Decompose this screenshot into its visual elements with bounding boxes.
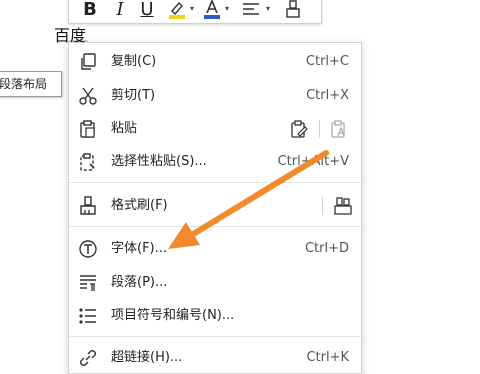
divider — [319, 120, 320, 138]
paste-options — [289, 119, 351, 139]
tooltip: 段落布局 — [0, 71, 62, 97]
menu-item-label: 段落(P)... — [111, 275, 168, 290]
menu-item-paragraph[interactable]: 段落(P)... — [69, 268, 361, 298]
paste-special-icon — [77, 151, 99, 173]
format-brush-icon — [286, 0, 300, 18]
menu-separator — [69, 226, 361, 227]
highlighter-icon — [169, 1, 185, 19]
highlight-dropdown-caret[interactable]: ▾ — [190, 4, 194, 13]
italic-button[interactable]: I — [113, 0, 127, 20]
menu-item-shortcut: Ctrl+X — [306, 88, 349, 103]
menu-item-label: 格式刷(F) — [111, 198, 168, 213]
menu-item-label: 选择性粘贴(S)... — [111, 154, 207, 169]
menu-item-copy[interactable]: 复制(C) Ctrl+C — [69, 47, 361, 77]
menu-item-shortcut: Ctrl+K — [306, 350, 349, 365]
menu-separator — [69, 182, 361, 183]
context-menu: 复制(C) Ctrl+C 剪切(T) Ctrl+X 粘贴 选择性粘贴(S)...… — [68, 42, 362, 374]
font-color-icon — [204, 0, 220, 19]
mini-format-toolbar: B I U ▾ ▾ ▾ — [68, 0, 322, 24]
font-color-button[interactable] — [203, 0, 221, 19]
font-icon — [77, 238, 99, 260]
copy-icon — [77, 51, 99, 73]
menu-item-bullets-numbering[interactable]: 项目符号和编号(N)... — [69, 301, 361, 331]
format-painter-lock-icon[interactable] — [333, 196, 353, 216]
paste-text-only-icon[interactable] — [329, 119, 349, 139]
font-color-dropdown-caret[interactable]: ▾ — [225, 4, 229, 13]
align-button[interactable] — [242, 0, 262, 19]
clipboard-icon — [77, 118, 99, 140]
menu-item-format-painter[interactable]: 格式刷(F) — [69, 191, 361, 221]
menu-item-shortcut: Ctrl+C — [305, 54, 349, 69]
align-dropdown-caret[interactable]: ▾ — [266, 4, 270, 13]
menu-item-cut[interactable]: 剪切(T) Ctrl+X — [69, 81, 361, 111]
paragraph-icon — [77, 272, 99, 294]
menu-item-hyperlink[interactable]: 超链接(H)... Ctrl+K — [69, 343, 361, 373]
hyperlink-icon — [77, 347, 99, 369]
bullet-list-icon — [77, 305, 99, 327]
highlight-button[interactable] — [167, 0, 189, 19]
menu-item-label: 剪切(T) — [111, 88, 156, 103]
menu-item-paste-special[interactable]: 选择性粘贴(S)... Ctrl+Alt+V — [69, 147, 361, 177]
underline-button[interactable]: U — [139, 0, 155, 20]
menu-separator — [69, 336, 361, 337]
format-painter-icon — [77, 195, 99, 217]
menu-item-shortcut: Ctrl+D — [304, 241, 349, 256]
scissors-icon — [77, 85, 99, 107]
menu-item-label: 复制(C) — [111, 54, 157, 69]
divider — [322, 197, 323, 215]
menu-item-shortcut: Ctrl+Alt+V — [277, 154, 349, 169]
menu-item-label: 超链接(H)... — [111, 350, 183, 365]
bold-button[interactable]: B — [81, 0, 99, 20]
paste-keep-format-icon[interactable] — [289, 119, 309, 139]
menu-item-label: 项目符号和编号(N)... — [111, 308, 235, 323]
menu-item-paste[interactable]: 粘贴 — [69, 114, 361, 144]
align-left-icon — [243, 3, 259, 15]
format-painter-toolbar-button[interactable] — [285, 0, 301, 19]
menu-item-font[interactable]: 字体(F)... Ctrl+D — [69, 234, 361, 264]
menu-item-label: 字体(F)... — [111, 241, 168, 256]
menu-item-label: 粘贴 — [111, 121, 138, 136]
